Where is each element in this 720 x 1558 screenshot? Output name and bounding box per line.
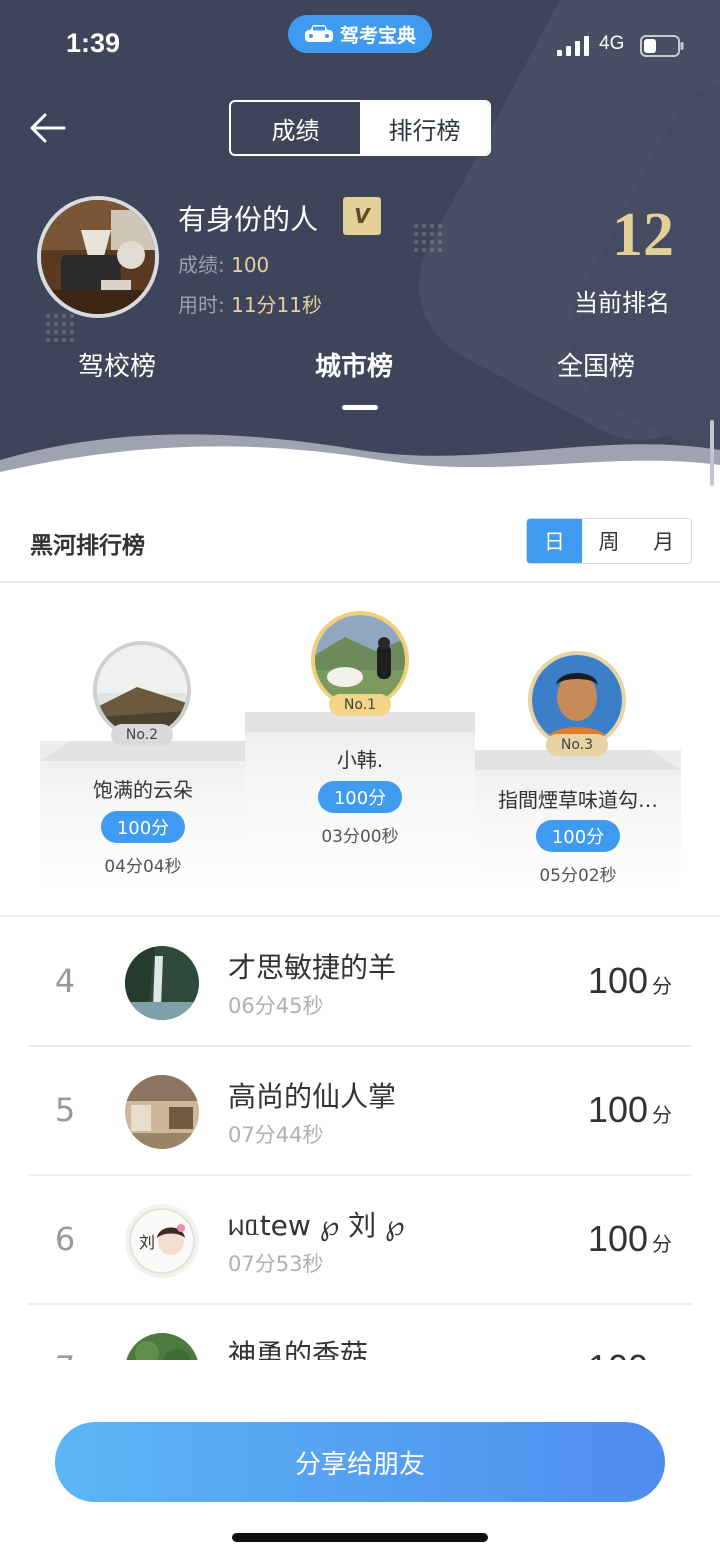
row-rank: 5 (54, 1091, 76, 1129)
app-badge-label: 驾考宝典 (339, 24, 416, 47)
tab-city[interactable]: 城市榜 (315, 346, 393, 383)
podium-second-badge: No.2 (111, 724, 173, 746)
vip-icon: V (343, 197, 381, 235)
time-label: 用时: (178, 293, 225, 317)
row-score-unit: 分 (652, 1234, 672, 1256)
row-score: 100分 (588, 1218, 672, 1260)
avatar-cartoon: 刘 (125, 1204, 199, 1278)
dot-pattern (44, 312, 74, 342)
car-icon (304, 25, 333, 42)
podium-first-time: 03分00秒 (321, 827, 399, 847)
user-avatar-image (41, 200, 155, 314)
row-score: 100分 (588, 1089, 672, 1131)
row-time: 06分45秒 (228, 994, 324, 1018)
row-name: 才思敏捷的羊 (228, 951, 397, 984)
ranking-row[interactable]: 5 高尚的仙人掌 07分44秒 100 分 (0, 1047, 720, 1176)
podium-second-score: 100分 (101, 811, 185, 843)
podium-second-name: 饱满的云朵 (93, 778, 193, 802)
podium-third-name: 指間煙草味道勾… (498, 788, 658, 812)
row-score-value: 100 (587, 1089, 648, 1130)
row-rank: 6 (54, 1220, 76, 1258)
avatar-waterfall (125, 946, 199, 1020)
row-score: 100分 (588, 960, 672, 1002)
podium-first-badge: No.1 (329, 694, 391, 716)
avatar-landscape (97, 645, 187, 735)
header-wave (0, 434, 720, 480)
board-title: 黑河排行榜 (30, 533, 145, 559)
row-score-value: 100 (587, 1218, 648, 1259)
user-score-line: 成绩: 100 (178, 249, 269, 278)
user-name: 有身份的人 (178, 203, 319, 236)
status-bar: 1:39 驾考宝典 4G (0, 0, 720, 90)
battery-icon (640, 35, 684, 57)
segment-scores[interactable]: 成绩 (231, 102, 360, 154)
row-name: 高尚的仙人掌 (228, 1080, 397, 1113)
row-score-value: 100 (587, 960, 648, 1001)
row-score-unit: 分 (652, 1105, 672, 1127)
row-score-unit: 分 (652, 976, 672, 998)
period-month[interactable]: 月 (636, 519, 691, 563)
home-indicator (232, 1533, 488, 1542)
tab-driving-school[interactable]: 驾校榜 (78, 346, 156, 383)
row-avatar: 刘 (125, 1204, 199, 1278)
podium-third-badge: No.3 (546, 734, 608, 756)
row-avatar (125, 1075, 199, 1149)
dot-pattern (412, 222, 442, 252)
ranking-row[interactable]: 6 刘 ᥕᥲtew ℘ 刘 ℘ 07分53秒 100 分 (0, 1176, 720, 1305)
row-time: 07分53秒 (228, 1252, 324, 1276)
board-tabs: 驾校榜 城市榜 全国榜 (0, 340, 720, 420)
podium-second-time: 04分04秒 (104, 857, 182, 877)
tab-national[interactable]: 全国榜 (557, 346, 635, 383)
tab-indicator (342, 405, 378, 410)
period-day[interactable]: 日 (527, 519, 582, 563)
period-selector: 日 周 月 (526, 518, 692, 564)
avatar-photo (315, 615, 405, 705)
row-name: ᥕᥲtew ℘ 刘 ℘ (228, 1209, 405, 1242)
divider (0, 915, 720, 917)
app-badge[interactable]: 驾考宝典 (288, 15, 432, 53)
svg-text:刘: 刘 (139, 1233, 155, 1252)
status-time: 1:39 (66, 28, 121, 58)
signal-icon (557, 36, 589, 56)
current-rank-label: 当前排名 (574, 289, 670, 317)
profile-header: 1:39 驾考宝典 4G 成绩 排行榜 有身份的人 V 成绩: 100 用时: … (0, 0, 720, 480)
podium-first-score: 100分 (318, 781, 402, 813)
avatar-portrait (532, 655, 622, 745)
avatar-cafe (125, 1075, 199, 1149)
period-week[interactable]: 周 (582, 519, 637, 563)
row-avatar (125, 946, 199, 1020)
podium-first-name: 小韩. (336, 748, 384, 772)
podium-third-time: 05分02秒 (539, 866, 617, 886)
podium-third-score: 100分 (536, 820, 620, 852)
divider (0, 581, 720, 583)
row-time: 07分44秒 (228, 1123, 324, 1147)
user-time-line: 用时: 11分11秒 (178, 289, 322, 318)
time-value: 11分11秒 (231, 293, 323, 317)
user-avatar[interactable] (37, 196, 159, 318)
segment-leaderboard[interactable]: 排行榜 (360, 102, 489, 154)
ranking-row[interactable]: 4 才思敏捷的羊 06分45秒 100 分 (0, 918, 720, 1047)
scroll-indicator (710, 420, 714, 486)
share-button[interactable]: 分享给朋友 (55, 1422, 665, 1502)
network-type: 4G (599, 33, 625, 54)
view-segment-control: 成绩 排行榜 (229, 100, 491, 156)
row-rank: 4 (54, 962, 76, 1000)
score-value: 100 (231, 253, 270, 277)
back-arrow-icon[interactable] (28, 108, 68, 148)
score-label: 成绩: (178, 253, 225, 277)
current-rank-value: 12 (612, 201, 674, 269)
